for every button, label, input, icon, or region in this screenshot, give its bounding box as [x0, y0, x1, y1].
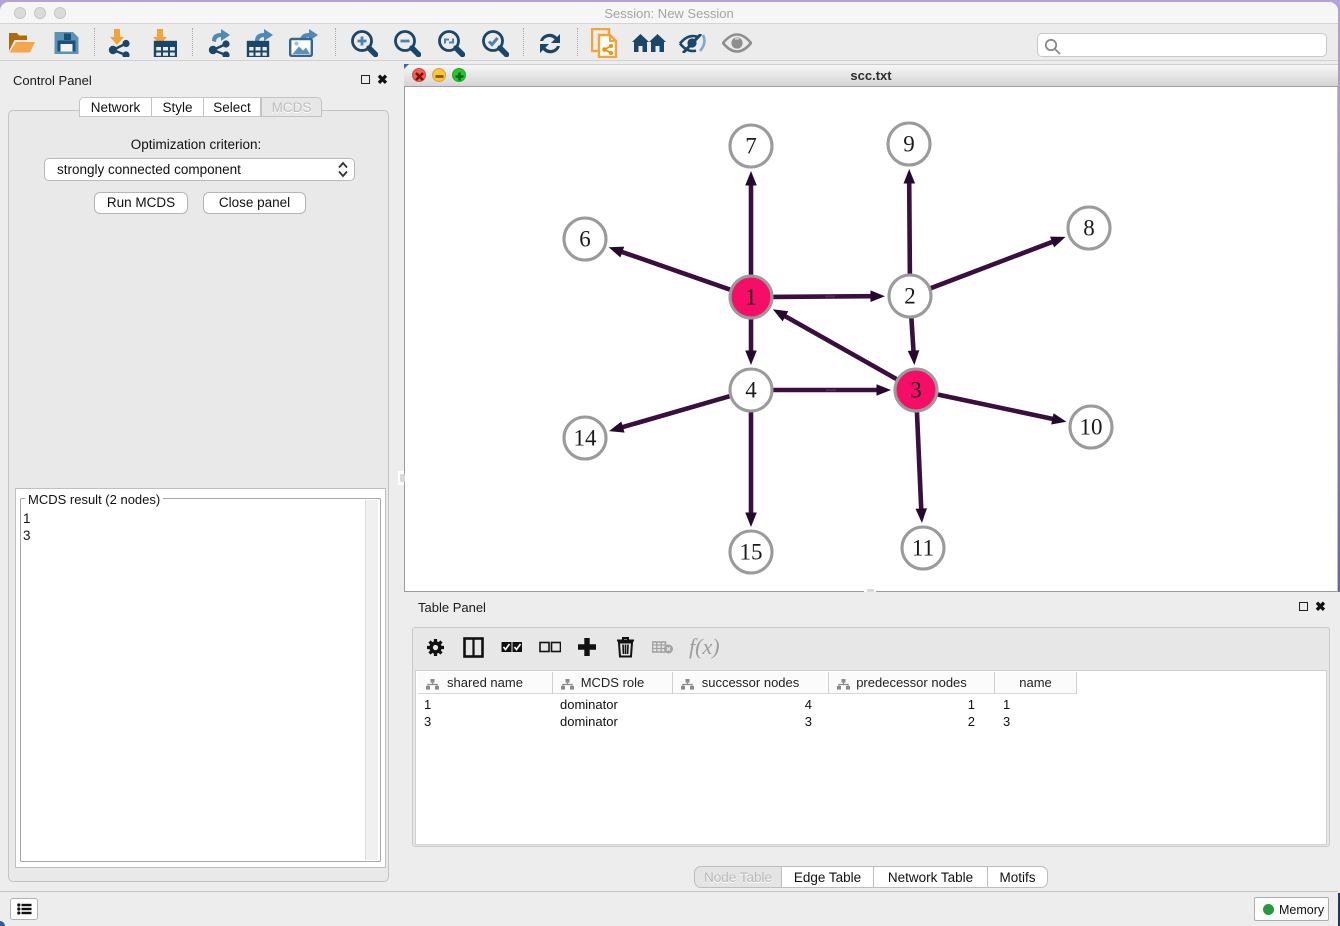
- svg-text:3: 3: [910, 378, 922, 403]
- svg-text:8: 8: [1083, 216, 1095, 241]
- svg-text:11: 11: [912, 536, 934, 561]
- svg-text:1: 1: [745, 285, 757, 310]
- svg-text:14: 14: [574, 426, 598, 451]
- svg-text:15: 15: [740, 540, 763, 565]
- svg-text:2: 2: [904, 284, 916, 309]
- svg-text:6: 6: [579, 227, 591, 252]
- svg-text:4: 4: [745, 378, 757, 403]
- svg-text:9: 9: [903, 132, 915, 157]
- svg-text:7: 7: [745, 134, 757, 159]
- svg-text:10: 10: [1080, 415, 1103, 440]
